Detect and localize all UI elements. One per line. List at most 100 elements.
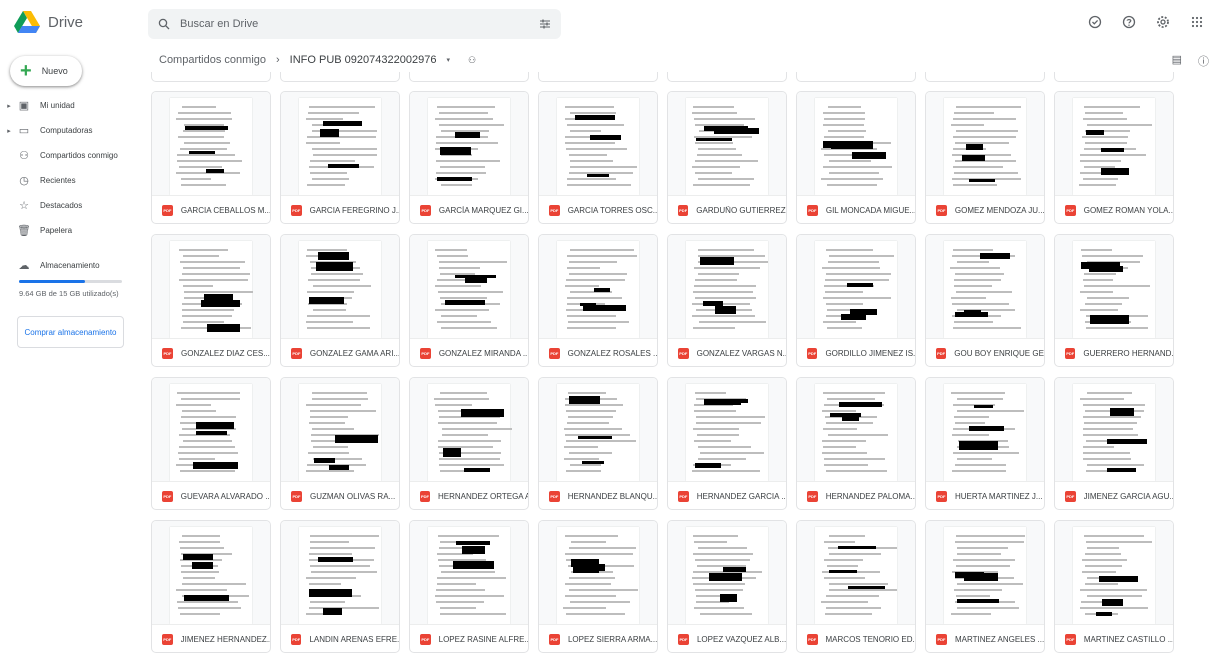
file-card[interactable]: PDF GARCIA CEBALLOS M...	[151, 91, 271, 224]
file-name: LOPEZ RASINE ALFRE...	[438, 634, 528, 644]
search-box[interactable]: Buscar en Drive	[148, 9, 561, 39]
document-preview	[1073, 384, 1155, 481]
file-card[interactable]: PDF HERNANDEZ BLANQU...	[538, 377, 658, 510]
sidebar-item-computers[interactable]: ▸ ▭ Computadoras	[0, 118, 140, 143]
file-card[interactable]: PDF GONZALEZ ROSALES ...	[538, 234, 658, 367]
file-card[interactable]: PDF GOMEZ ROMAN YOLA...	[1054, 91, 1174, 224]
file-card[interactable]: PDF GOMEZ MENDOZA JU...	[925, 91, 1045, 224]
document-preview	[170, 384, 252, 481]
file-thumbnail	[281, 378, 399, 481]
file-card-partial[interactable]	[151, 72, 271, 82]
document-preview	[944, 527, 1026, 624]
file-card[interactable]: PDF MARTINEZ ANGELES ...	[925, 520, 1045, 653]
file-card[interactable]: PDF GIL MONCADA MIGUE...	[796, 91, 916, 224]
file-card[interactable]: PDF LOPEZ RASINE ALFRE...	[409, 520, 529, 653]
file-card[interactable]: PDF HERNANDEZ PALOMA...	[796, 377, 916, 510]
file-thumbnail	[539, 235, 657, 338]
file-card[interactable]: PDF LANDIN ARENAS EFRE...	[280, 520, 400, 653]
file-card-footer: PDF LOPEZ SIERRA ARMA...	[539, 624, 657, 652]
file-thumbnail	[410, 378, 528, 481]
file-name: LANDIN ARENAS EFRE...	[309, 634, 399, 644]
document-preview	[1073, 98, 1155, 195]
settings-gear-icon[interactable]	[1153, 12, 1173, 32]
chevron-down-icon[interactable]: ▾	[446, 56, 450, 64]
sidebar-item-starred[interactable]: ☆ Destacados	[0, 193, 140, 218]
file-card[interactable]: PDF GUERRERO HERNAND...	[1054, 234, 1174, 367]
sidebar-item-shared-with-me[interactable]: ⚇ Compartidos conmigo	[0, 143, 140, 168]
help-icon[interactable]	[1119, 12, 1139, 32]
file-card[interactable]: PDF GUEVARA ALVARADO ...	[151, 377, 271, 510]
document-preview	[815, 527, 898, 624]
new-button[interactable]: + Nuevo	[10, 56, 82, 86]
buy-storage-button[interactable]: Comprar almacenamiento	[17, 316, 124, 348]
file-name: GARCÍA MARQUEZ GI...	[438, 205, 528, 215]
file-name: HERNANDEZ GARCIA ...	[696, 491, 786, 501]
file-card-partial[interactable]	[538, 72, 658, 82]
sidebar-item-label: Papelera	[40, 226, 73, 235]
file-thumbnail	[281, 521, 399, 624]
file-card[interactable]: PDF MARCOS TENORIO ED...	[796, 520, 916, 653]
sidebar-item-trash[interactable]: 🗑 Papelera	[0, 218, 140, 243]
file-card[interactable]: PDF MARTINEZ CASTILLO ...	[1054, 520, 1174, 653]
file-card[interactable]: PDF GONZALEZ MIRANDA ...	[409, 234, 529, 367]
file-card[interactable]: PDF GORDILLO JIMENEZ IS...	[796, 234, 916, 367]
search-input[interactable]: Buscar en Drive	[180, 18, 539, 30]
file-card[interactable]: PDF LOPEZ SIERRA ARMA...	[538, 520, 658, 653]
file-card-partial[interactable]	[925, 72, 1045, 82]
breadcrumb-current[interactable]: INFO PUB 092074322002976	[290, 54, 437, 66]
storage-section: ☁ Almacenamiento 9.64 GB de 15 GB utiliz…	[0, 256, 140, 348]
caret-right-icon[interactable]: ▸	[4, 127, 14, 135]
file-card-partial[interactable]	[280, 72, 400, 82]
drive-logo[interactable]: Drive	[14, 11, 83, 33]
file-name: GORDILLO JIMENEZ IS...	[825, 348, 915, 358]
file-thumbnail	[668, 92, 786, 195]
file-card[interactable]: PDF GONZALEZ VARGAS N...	[667, 234, 787, 367]
file-card-partial[interactable]	[667, 72, 787, 82]
computer-icon: ▭	[18, 125, 30, 137]
file-card-partial[interactable]	[1054, 72, 1174, 82]
file-card-footer: PDF GONZALEZ GAMA ARI...	[281, 338, 399, 366]
file-card[interactable]: PDF GUZMAN OLIVAS RA...	[280, 377, 400, 510]
breadcrumb-parent[interactable]: Compartidos conmigo	[159, 54, 266, 66]
file-name: HUERTA MARTINEZ J...	[955, 491, 1043, 501]
sidebar-item-my-drive[interactable]: ▸ ▣ Mi unidad	[0, 93, 140, 118]
file-card[interactable]: PDF GOU BOY ENRIQUE GE...	[925, 234, 1045, 367]
file-card[interactable]: PDF JIMENEZ GARCIA AGU...	[1054, 377, 1174, 510]
file-name: GONZALEZ VARGAS N...	[696, 348, 786, 358]
offline-status-icon[interactable]	[1085, 12, 1105, 32]
file-card[interactable]: PDF GARCÍA MARQUEZ GI...	[409, 91, 529, 224]
file-card[interactable]: PDF HERNANDEZ GARCIA ...	[667, 377, 787, 510]
file-card-footer: PDF GARCIA CEBALLOS M...	[152, 195, 270, 223]
file-card[interactable]: PDF HERNANDEZ ORTEGA A...	[409, 377, 529, 510]
caret-right-icon[interactable]: ▸	[4, 102, 14, 110]
file-card[interactable]: PDF GARCIA TORRES OSC...	[538, 91, 658, 224]
file-card[interactable]: PDF JIMENEZ HERNANDEZ...	[151, 520, 271, 653]
search-icon[interactable]	[158, 18, 170, 30]
file-thumbnail	[926, 378, 1044, 481]
file-card-partial[interactable]	[409, 72, 529, 82]
file-thumbnail	[152, 92, 270, 195]
file-card[interactable]: PDF GARCIA FEREGRINO J...	[280, 91, 400, 224]
file-card[interactable]: PDF GONZALEZ DIAZ CES...	[151, 234, 271, 367]
file-card-partial[interactable]	[796, 72, 916, 82]
file-name: HERNANDEZ PALOMA...	[825, 491, 915, 501]
file-card[interactable]: PDF GONZALEZ GAMA ARI...	[280, 234, 400, 367]
sidebar-item-storage[interactable]: ☁ Almacenamiento	[0, 256, 140, 274]
file-card[interactable]: PDF HUERTA MARTINEZ J...	[925, 377, 1045, 510]
file-card[interactable]: PDF LOPEZ VAZQUEZ ALB...	[667, 520, 787, 653]
file-card-footer: PDF GARCIA TORRES OSC...	[539, 195, 657, 223]
file-card[interactable]: PDF GARDUÑO GUTIERREZ...	[667, 91, 787, 224]
document-preview	[428, 384, 512, 481]
search-options-icon[interactable]	[539, 18, 551, 30]
file-thumbnail	[668, 235, 786, 338]
pdf-icon: PDF	[678, 347, 689, 359]
document-preview	[686, 241, 769, 338]
shared-people-icon[interactable]: ⚇	[468, 55, 476, 66]
list-view-icon[interactable]: ▤	[1172, 53, 1182, 69]
sidebar-item-recent[interactable]: ◷ Recientes	[0, 168, 140, 193]
file-name: GARCIA FEREGRINO J...	[309, 205, 399, 215]
document-preview	[1073, 527, 1155, 624]
file-card-footer: PDF GUZMAN OLIVAS RA...	[281, 481, 399, 509]
apps-grid-icon[interactable]	[1187, 12, 1207, 32]
info-icon[interactable]: ⓘ	[1198, 53, 1209, 69]
